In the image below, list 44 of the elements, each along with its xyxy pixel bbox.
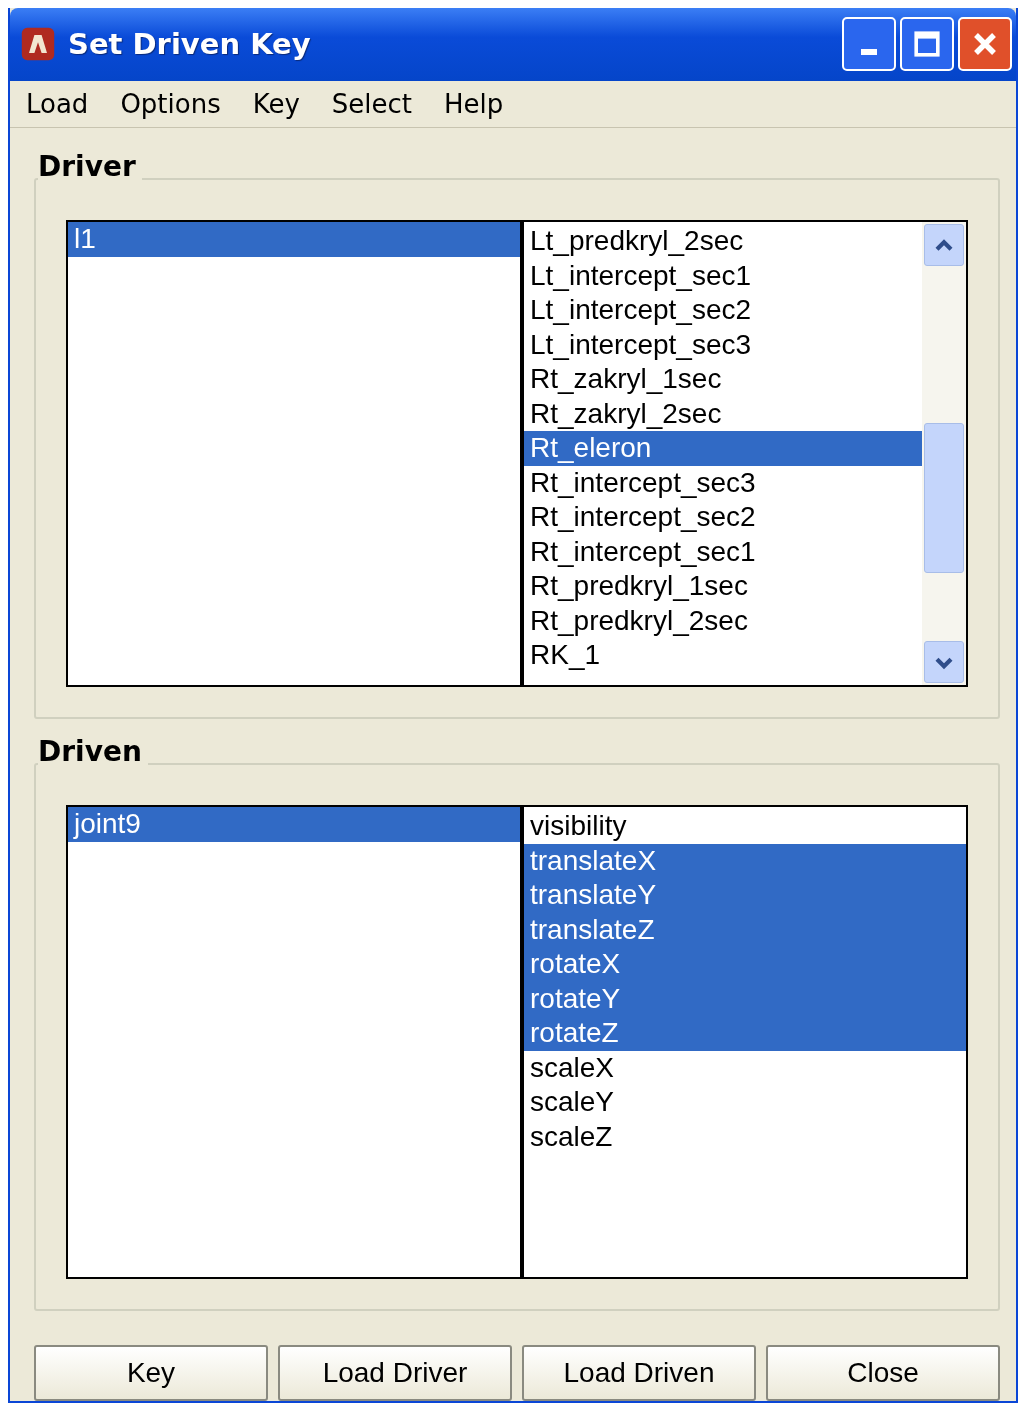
list-item[interactable]: scaleX — [524, 1050, 966, 1085]
scrollbar[interactable] — [922, 222, 966, 685]
list-item[interactable]: l1 — [68, 222, 520, 257]
list-item[interactable]: Rt_zakryl_1sec — [524, 362, 922, 397]
list-item[interactable]: Rt_predkryl_1sec — [524, 569, 922, 604]
action-button[interactable]: Load Driven — [522, 1345, 756, 1401]
list-item[interactable]: translateZ — [524, 912, 966, 947]
window-title: Set Driven Key — [68, 27, 312, 62]
menu-item[interactable]: Load — [26, 88, 89, 119]
minimize-icon — [861, 49, 877, 56]
list-item[interactable]: Lt_intercept_sec2 — [524, 293, 922, 328]
app-icon — [20, 26, 56, 63]
list-item[interactable]: RK_1 — [524, 638, 922, 673]
action-button[interactable]: Load Driver — [278, 1345, 512, 1401]
scroll-thumb[interactable] — [924, 423, 964, 573]
list-item[interactable]: translateY — [524, 878, 966, 913]
list-item[interactable]: joint9 — [68, 807, 520, 842]
list-item[interactable]: Rt_predkryl_2sec — [524, 603, 922, 638]
close-button[interactable] — [958, 17, 1012, 72]
menu-item[interactable]: Key — [252, 88, 300, 119]
maximize-button[interactable] — [900, 17, 954, 72]
list-item[interactable]: rotateY — [524, 981, 966, 1016]
menu-item[interactable]: Help — [444, 88, 504, 119]
list-item[interactable]: rotateZ — [524, 1016, 966, 1051]
list-item[interactable]: Rt_intercept_sec2 — [524, 500, 922, 535]
list-item[interactable]: scaleZ — [524, 1119, 966, 1154]
list-item[interactable]: Lt_intercept_sec3 — [524, 327, 922, 362]
scroll-up-button[interactable] — [924, 224, 964, 266]
list-item[interactable]: Rt_eleron — [524, 431, 922, 466]
list-item[interactable]: visibility — [524, 809, 966, 844]
minimize-button[interactable] — [842, 17, 896, 72]
scroll-down-button[interactable] — [924, 641, 964, 683]
action-button[interactable]: Close — [766, 1345, 1000, 1401]
list-item[interactable]: Rt_intercept_sec1 — [524, 534, 922, 569]
list-item[interactable]: rotateX — [524, 947, 966, 982]
list-item[interactable]: Lt_intercept_sec1 — [524, 258, 922, 293]
list-item[interactable]: Lt_predkryl_2sec — [524, 224, 922, 259]
menu-item[interactable]: Select — [331, 88, 413, 119]
list-item[interactable]: translateX — [524, 843, 966, 878]
list-item[interactable]: Rt_intercept_sec3 — [524, 465, 922, 500]
list-item[interactable]: scaleY — [524, 1085, 966, 1120]
action-button[interactable]: Key — [34, 1345, 268, 1401]
menu-item[interactable]: Options — [120, 88, 221, 119]
list-item[interactable]: Rt_zakryl_2sec — [524, 396, 922, 431]
